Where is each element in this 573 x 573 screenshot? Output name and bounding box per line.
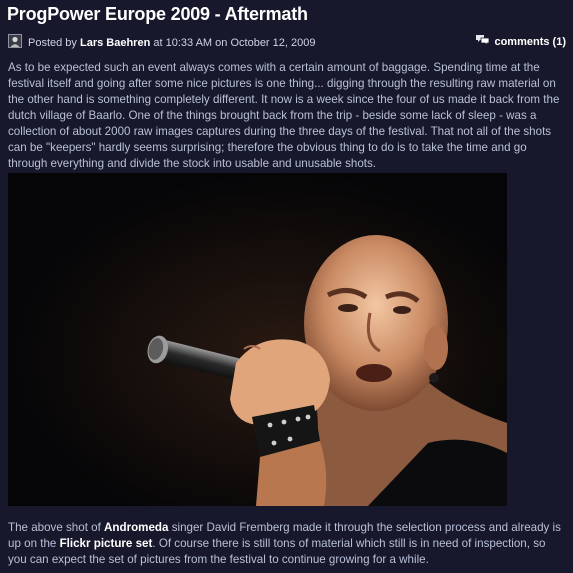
photo-caption: The above shot of Andromeda singer David…	[8, 520, 564, 568]
post-byline: Posted by Lars Baehren at 10:33 AM on Oc…	[28, 37, 315, 49]
post-paragraph: As to be expected such an event always c…	[8, 61, 560, 170]
concert-photo[interactable]	[8, 173, 507, 506]
author-avatar-icon	[8, 34, 22, 48]
posted-by-label: Posted by	[28, 37, 77, 49]
post-meta: Posted by Lars Baehren at 10:33 AM on Oc…	[8, 34, 566, 54]
comments-icon	[475, 34, 490, 50]
comments-count-label[interactable]: comments (1)	[494, 36, 566, 48]
post-title[interactable]: ProgPower Europe 2009 - Aftermath	[7, 4, 308, 25]
andromeda-link[interactable]: Andromeda	[104, 521, 168, 534]
author-name[interactable]: Lars Baehren	[80, 37, 150, 49]
caption-part-1: The above shot of	[8, 521, 105, 534]
on-label: on	[215, 37, 228, 49]
flickr-link[interactable]: Flickr picture set	[60, 537, 153, 550]
post-time: 10:33 AM	[165, 37, 213, 49]
at-label: at	[153, 37, 163, 49]
comments-link[interactable]: comments (1)	[475, 34, 566, 50]
post-date: October 12, 2009	[230, 37, 316, 49]
